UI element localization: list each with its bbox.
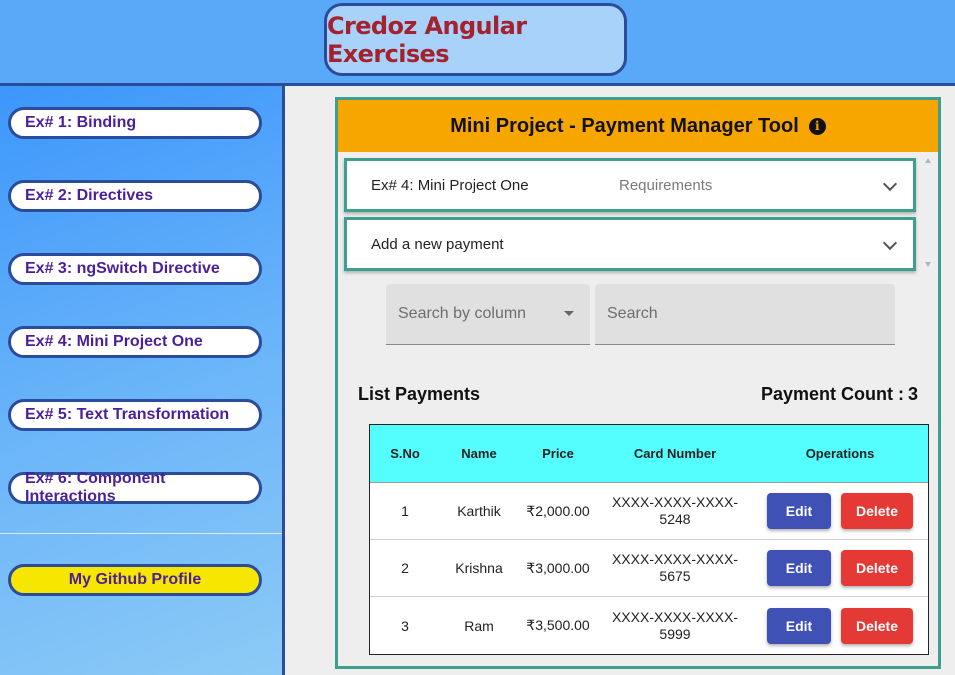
cell-sno: 2 xyxy=(401,560,409,576)
github-profile-button[interactable]: My Github Profile xyxy=(8,564,262,596)
add-payment-panel[interactable]: Add a new payment xyxy=(344,217,916,271)
header-card-number: Card Number xyxy=(633,446,717,461)
payment-count-value: 3 xyxy=(907,384,918,404)
card-number-line1: XXXX-XXXX-XXXX- xyxy=(611,551,739,567)
search-column-select[interactable]: Search by column xyxy=(386,284,590,345)
header-sno: S.No xyxy=(390,446,420,461)
list-payments-title: List Payments xyxy=(358,384,481,404)
card-number-line1: XXXX-XXXX-XXXX- xyxy=(611,608,739,625)
search-input[interactable] xyxy=(595,284,895,345)
sidebar-item-component-interactions[interactable]: Ex# 6: Component Interactions xyxy=(8,470,262,505)
table-row: 3 Ram ₹3,500.00 XXXX-XXXX-XXXX- 5999 Edit… xyxy=(370,597,928,654)
cell-price: ₹3,500.00 xyxy=(526,617,590,633)
cell-operations: Edit Delete xyxy=(752,550,928,586)
sidebar: Ex# 1: Binding Ex# 2: Directives Ex# 3: … xyxy=(0,86,285,675)
info-icon[interactable]: i xyxy=(808,117,826,135)
project-title: Mini Project - Payment Manager Tool xyxy=(450,114,799,137)
cell-operations: Edit Delete xyxy=(752,493,928,529)
cell-price: ₹2,000.00 xyxy=(526,502,590,519)
app-title: Credoz Angular Exercises xyxy=(327,11,527,68)
sidebar-item-text-transformation[interactable]: Ex# 5: Text Transformation xyxy=(8,399,262,431)
sidebar-item-ngswitch[interactable]: Ex# 3: ngSwitch Directive xyxy=(8,253,262,285)
sidebar-divider xyxy=(0,533,282,534)
panel-title: Ex# 4: Mini Project One xyxy=(371,176,529,194)
edit-button[interactable]: Edit xyxy=(767,607,831,644)
search-column-placeholder: Search by column xyxy=(398,305,527,322)
payments-table: S.No Name Price Card Number Operations 1… xyxy=(369,424,929,655)
sidebar-item-mini-project[interactable]: Ex# 4: Mini Project One xyxy=(8,326,262,358)
scroll-up-arrow-icon[interactable] xyxy=(925,158,931,163)
card-number-line2: 5675 xyxy=(659,568,691,584)
project-header: Mini Project - Payment Manager Tool i xyxy=(338,100,938,152)
table-header: S.No Name Price Card Number Operations xyxy=(370,425,928,483)
cell-sno: 3 xyxy=(401,617,409,634)
cell-price: ₹3,000.00 xyxy=(526,559,590,576)
project-card: Mini Project - Payment Manager Tool i Ex… xyxy=(335,97,941,669)
header-operations: Operations xyxy=(805,446,875,461)
table-row: 1 Karthik ₹2,000.00 XXXX-XXXX-XXXX- 5248 … xyxy=(370,483,928,540)
cell-card-number: XXXX-XXXX-XXXX- 5999 xyxy=(598,609,752,643)
cell-operations: Edit Delete xyxy=(752,607,928,644)
cell-card-number: XXXX-XXXX-XXXX- 5675 xyxy=(598,551,752,585)
cell-sno: 1 xyxy=(401,503,409,519)
card-number-line1: XXXX-XXXX-XXXX- xyxy=(611,494,739,510)
scroll-down-arrow-icon[interactable] xyxy=(925,262,931,267)
delete-button[interactable]: Delete xyxy=(841,550,913,586)
sidebar-item-directives[interactable]: Ex# 2: Directives xyxy=(8,180,262,212)
cell-name: Krishna xyxy=(455,560,503,576)
chevron-down-icon xyxy=(882,235,898,251)
edit-button[interactable]: Edit xyxy=(767,550,831,586)
main-content: Mini Project - Payment Manager Tool i Ex… xyxy=(288,89,955,675)
sidebar-item-binding[interactable]: Ex# 1: Binding xyxy=(8,107,262,139)
delete-button[interactable]: Delete xyxy=(841,493,913,529)
header-price: Price xyxy=(542,446,574,461)
header-name: Name xyxy=(461,446,497,461)
payment-count: Payment Count :3 xyxy=(757,384,918,405)
chevron-down-icon xyxy=(882,176,898,192)
requirements-panel[interactable]: Ex# 4: Mini Project One Requirements xyxy=(344,158,916,212)
dropdown-caret-icon xyxy=(564,311,574,316)
app-title-box: Credoz Angular Exercises xyxy=(324,3,627,76)
table-row: 2 Krishna ₹3,000.00 XXXX-XXXX-XXXX- 5675 … xyxy=(370,540,928,597)
delete-button[interactable]: Delete xyxy=(841,607,913,644)
cell-name: Karthik xyxy=(457,503,501,519)
edit-button[interactable]: Edit xyxy=(767,493,831,529)
panel-title: Add a new payment xyxy=(371,235,504,253)
cell-name: Ram xyxy=(464,617,494,634)
cell-card-number: XXXX-XXXX-XXXX- 5248 xyxy=(598,494,752,528)
card-number-line2: 5248 xyxy=(659,511,691,527)
payment-count-label: Payment Count : xyxy=(760,384,904,404)
panel-description: Requirements xyxy=(619,176,713,194)
app-header: Credoz Angular Exercises xyxy=(0,0,955,86)
card-number-line2: 5999 xyxy=(659,625,691,642)
